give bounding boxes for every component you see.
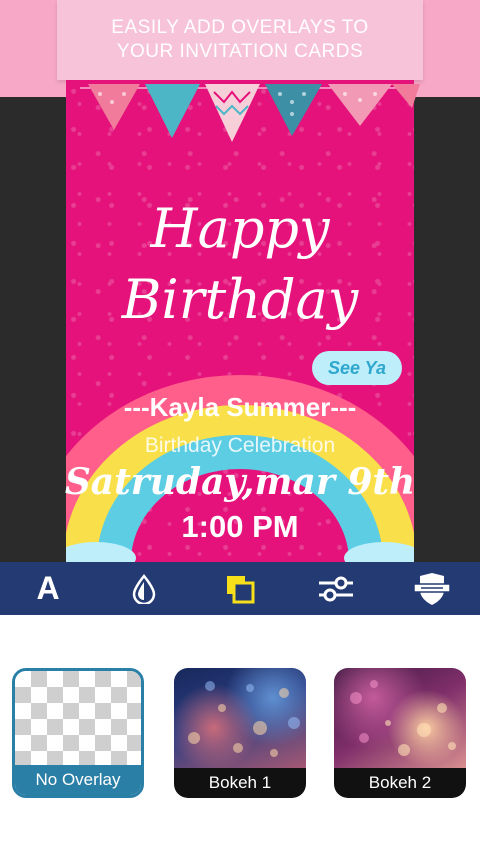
card-date[interactable]: Satruday,mar 9th (0, 461, 480, 503)
overlay-option-bokeh-2[interactable]: Bokeh 2 (334, 668, 466, 798)
sticker-tool-button[interactable] (405, 566, 459, 612)
overlay-tool-button[interactable] (213, 566, 267, 612)
bokeh-2-preview (334, 668, 466, 768)
bokeh-1-preview (174, 668, 306, 768)
editor-toolbar: A (0, 562, 480, 615)
banner-line-2: YOUR INVITATION CARDS (116, 41, 364, 62)
card-title-happy: Happy (150, 197, 330, 260)
banner-line-1: EASILY ADD OVERLAYS TO (111, 17, 369, 38)
overlay-option-label: No Overlay (15, 765, 141, 795)
adjust-tool-button[interactable] (309, 566, 363, 612)
text-icon: A (36, 570, 60, 606)
promo-banner: EASILY ADD OVERLAYS TO YOUR INVITATION C… (57, 0, 423, 80)
text-tool-button[interactable]: A (21, 566, 75, 612)
see-ya-sticker[interactable]: See Ya (312, 351, 402, 385)
overlay-option-label: Bokeh 2 (334, 768, 466, 798)
card-time[interactable]: 1:00 PM (0, 509, 480, 545)
color-tool-button[interactable] (117, 566, 171, 612)
bunting-decoration (80, 84, 420, 142)
drop-icon (132, 573, 156, 604)
card-subtitle[interactable]: Birthday Celebration (0, 434, 480, 458)
overlay-option-none[interactable]: No Overlay (12, 668, 144, 798)
overlay-picker: No Overlay Bokeh 1 Bokeh 2 (0, 615, 480, 854)
badge-icon (413, 572, 451, 605)
sliders-icon (319, 576, 353, 601)
overlay-option-label: Bokeh 1 (174, 768, 306, 798)
overlay-icon (227, 575, 255, 603)
card-title-birthday: Birthday (121, 268, 359, 331)
transparent-checker-preview (15, 671, 141, 771)
card-name[interactable]: ---Kayla Summer--- (0, 392, 480, 423)
overlay-option-bokeh-1[interactable]: Bokeh 1 (174, 668, 306, 798)
